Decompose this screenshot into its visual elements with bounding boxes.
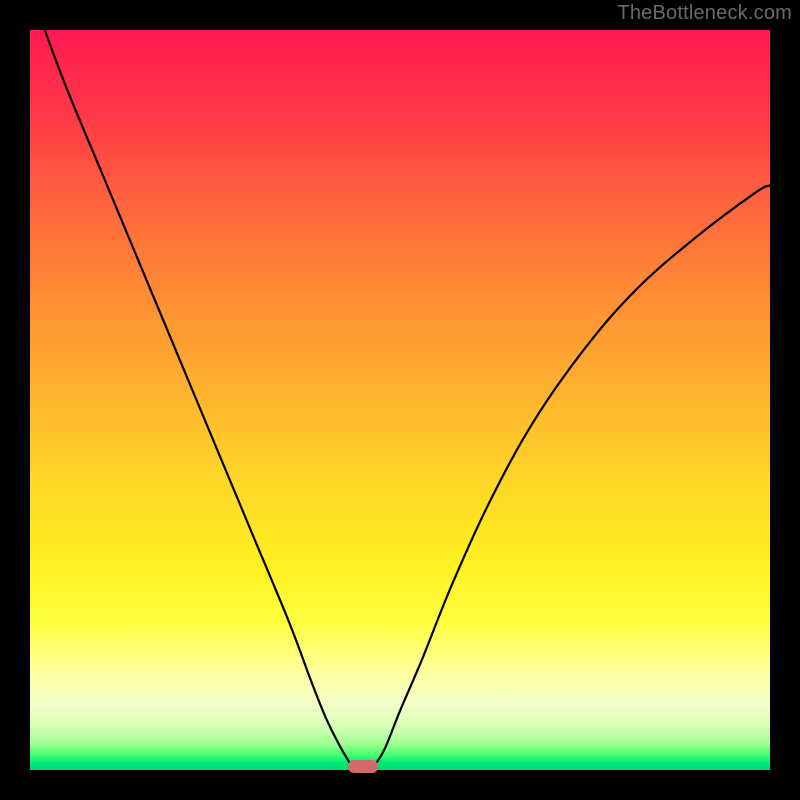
curve-left-branch [45,30,352,766]
chart-frame: TheBottleneck.com [0,0,800,800]
curve-right-branch [374,185,770,766]
minimum-marker [348,760,378,773]
watermark-text: TheBottleneck.com [617,2,792,25]
bottleneck-curve [30,30,770,770]
plot-area [30,30,770,770]
